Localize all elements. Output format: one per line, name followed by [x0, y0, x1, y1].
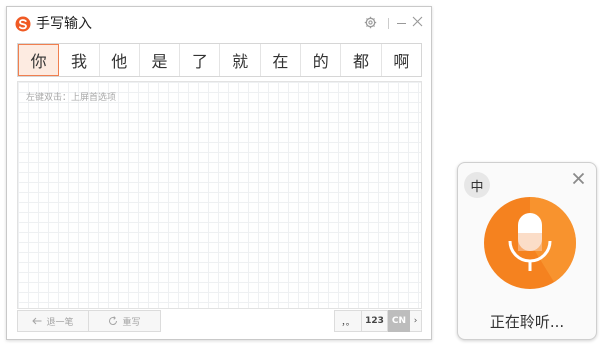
microphone-icon[interactable]: [482, 195, 578, 291]
undo-stroke-label: 退一笔: [46, 317, 74, 328]
candidate-bar: 你 我 他 是 了 就 在 的 都 啊: [17, 43, 422, 77]
candidate-4[interactable]: 是: [140, 44, 181, 76]
title-bar: 手写输入: [7, 7, 431, 41]
more-modes-button[interactable]: ›: [410, 310, 422, 332]
close-icon[interactable]: [412, 16, 423, 27]
rewrite-button[interactable]: 重写: [89, 310, 161, 332]
chinese-mode-button[interactable]: CN: [388, 310, 410, 332]
candidate-10[interactable]: 啊: [382, 44, 421, 76]
settings-icon[interactable]: [364, 16, 377, 29]
sogou-logo-icon: [15, 16, 31, 32]
listening-status: 正在聆听...: [489, 313, 565, 331]
handwriting-window: 手写输入 你 我 他 是 了 就 在 的 都 啊 左键双击：上屏首选项 退一笔: [6, 6, 432, 340]
refresh-icon: [109, 316, 118, 325]
number-mode-button[interactable]: 123: [362, 310, 388, 332]
candidate-7[interactable]: 在: [261, 44, 302, 76]
candidate-5[interactable]: 了: [180, 44, 221, 76]
bottom-toolbar: 退一笔 重写 ，。 123 CN ›: [17, 310, 422, 334]
titlebar-divider: [388, 18, 389, 29]
minimize-button[interactable]: [397, 23, 406, 24]
handwriting-canvas[interactable]: 左键双击：上屏首选项: [17, 81, 422, 309]
rewrite-label: 重写: [122, 317, 141, 328]
canvas-hint: 左键双击：上屏首选项: [26, 93, 117, 103]
punctuation-button[interactable]: ，。: [334, 310, 362, 332]
close-icon[interactable]: [572, 172, 585, 185]
undo-stroke-button[interactable]: 退一笔: [17, 310, 89, 332]
voice-input-widget: 中 正在聆听...: [457, 162, 597, 340]
window-title: 手写输入: [36, 16, 92, 32]
candidate-8[interactable]: 的: [301, 44, 342, 76]
candidate-3[interactable]: 他: [100, 44, 140, 76]
candidate-2[interactable]: 我: [59, 44, 100, 76]
candidate-9[interactable]: 都: [341, 44, 382, 76]
arrow-left-icon: [32, 317, 42, 325]
candidate-6[interactable]: 就: [220, 44, 261, 76]
candidate-1[interactable]: 你: [18, 44, 60, 76]
